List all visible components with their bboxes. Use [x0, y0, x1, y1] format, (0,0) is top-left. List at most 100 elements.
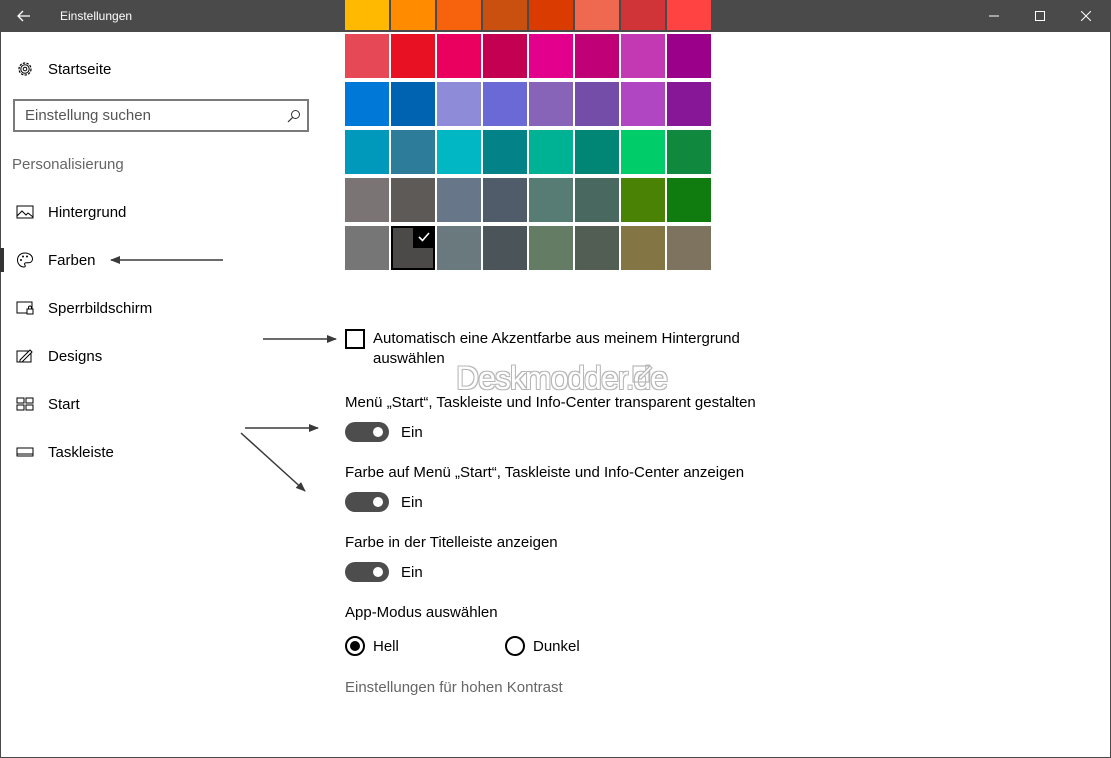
- color-swatch[interactable]: [621, 0, 665, 30]
- section-title: Personalisierung: [12, 156, 124, 173]
- back-button[interactable]: [0, 0, 48, 32]
- color-swatch[interactable]: [529, 130, 573, 174]
- app-mode-label: App-Modus auswählen: [345, 604, 498, 621]
- toggle-knob: [373, 497, 383, 507]
- search-icon[interactable]: [287, 109, 301, 123]
- transparency-toggle[interactable]: [345, 422, 389, 442]
- sidebar-item-label: Hintergrund: [48, 203, 127, 221]
- back-arrow-icon: [17, 10, 30, 22]
- color-swatch[interactable]: [621, 82, 665, 126]
- minimize-icon: [989, 15, 999, 17]
- color-swatch[interactable]: [345, 226, 389, 270]
- color-swatch[interactable]: [667, 226, 711, 270]
- color-swatch[interactable]: [483, 34, 527, 78]
- taskbar-icon: [16, 447, 34, 457]
- color-swatch[interactable]: [529, 0, 573, 30]
- start-icon: [16, 397, 34, 411]
- checkmark-icon: [413, 226, 435, 248]
- sidebar-item-start[interactable]: Start: [0, 386, 310, 422]
- color-swatch[interactable]: [575, 82, 619, 126]
- sidebar-item-farben[interactable]: Farben: [0, 242, 310, 278]
- color-swatch[interactable]: [575, 34, 619, 78]
- start-color-state: Ein: [401, 494, 423, 511]
- start-color-toggle[interactable]: [345, 492, 389, 512]
- search-box[interactable]: Einstellung suchen: [13, 99, 309, 132]
- sidebar-item-label: Start: [48, 395, 80, 413]
- sidebar-item-taskleiste[interactable]: Taskleiste: [0, 434, 310, 470]
- close-button[interactable]: [1063, 0, 1109, 32]
- titlebar-color-toggle[interactable]: [345, 562, 389, 582]
- toggle-knob: [373, 427, 383, 437]
- color-swatch[interactable]: [345, 34, 389, 78]
- picture-icon: [16, 205, 34, 219]
- transparency-state: Ein: [401, 424, 423, 441]
- color-swatch[interactable]: [437, 226, 481, 270]
- color-swatch[interactable]: [345, 178, 389, 222]
- color-swatch[interactable]: [391, 178, 435, 222]
- gear-icon: [18, 62, 32, 76]
- color-swatch[interactable]: [529, 82, 573, 126]
- sidebar-item-label: Designs: [48, 347, 103, 365]
- sidebar-item-label: Taskleiste: [48, 443, 114, 461]
- color-swatch[interactable]: [575, 0, 619, 30]
- color-swatch[interactable]: [391, 130, 435, 174]
- color-swatch[interactable]: [667, 178, 711, 222]
- color-swatch[interactable]: [437, 130, 481, 174]
- pencil-icon: [632, 365, 653, 383]
- color-swatch[interactable]: [667, 82, 711, 126]
- home-link[interactable]: Startseite: [16, 56, 111, 82]
- maximize-icon: [1035, 11, 1045, 21]
- color-swatch[interactable]: [345, 82, 389, 126]
- auto-accent-checkbox[interactable]: [345, 329, 365, 349]
- titlebar-color-label: Farbe in der Titelleiste anzeigen: [345, 534, 558, 551]
- themes-icon: [16, 349, 33, 363]
- color-swatch[interactable]: [437, 34, 481, 78]
- radio-hell[interactable]: [345, 636, 365, 656]
- color-swatch[interactable]: [437, 178, 481, 222]
- sidebar-item-hintergrund[interactable]: Hintergrund: [0, 194, 310, 230]
- radio-dunkel[interactable]: [505, 636, 525, 656]
- sidebar-item-label: Sperrbildschirm: [48, 299, 153, 317]
- color-swatch[interactable]: [575, 178, 619, 222]
- color-swatch[interactable]: [575, 226, 619, 270]
- sidebar-item-designs[interactable]: Designs: [0, 338, 310, 374]
- color-swatch[interactable]: [621, 130, 665, 174]
- close-icon: [1081, 11, 1091, 21]
- color-swatch[interactable]: [621, 226, 665, 270]
- color-swatch[interactable]: [483, 0, 527, 30]
- color-swatch[interactable]: [345, 0, 389, 30]
- color-swatch[interactable]: [391, 34, 435, 78]
- toggle-knob: [373, 567, 383, 577]
- home-label: Startseite: [48, 60, 112, 78]
- color-swatch[interactable]: [391, 226, 435, 270]
- color-swatch[interactable]: [667, 0, 711, 30]
- color-swatch[interactable]: [529, 34, 573, 78]
- color-swatch[interactable]: [483, 82, 527, 126]
- lock-screen-icon: [16, 301, 34, 315]
- maximize-button[interactable]: [1017, 0, 1063, 32]
- color-swatch[interactable]: [621, 34, 665, 78]
- color-swatch[interactable]: [483, 178, 527, 222]
- color-swatch[interactable]: [391, 0, 435, 30]
- color-swatch[interactable]: [575, 130, 619, 174]
- color-swatch[interactable]: [529, 178, 573, 222]
- titlebar-color-state: Ein: [401, 564, 423, 581]
- transparency-label: Menü „Start“, Taskleiste und Info-Center…: [345, 394, 756, 411]
- color-swatch[interactable]: [483, 226, 527, 270]
- radio-hell-label[interactable]: Hell: [373, 638, 399, 655]
- search-input[interactable]: Einstellung suchen: [25, 101, 151, 130]
- minimize-button[interactable]: [971, 0, 1017, 32]
- color-swatch[interactable]: [437, 0, 481, 30]
- sidebar-item-label: Farben: [48, 251, 96, 269]
- radio-dunkel-label[interactable]: Dunkel: [533, 638, 580, 655]
- color-swatch[interactable]: [667, 34, 711, 78]
- color-swatch[interactable]: [345, 130, 389, 174]
- color-swatch[interactable]: [483, 130, 527, 174]
- color-swatch[interactable]: [529, 226, 573, 270]
- color-swatch[interactable]: [391, 82, 435, 126]
- sidebar-item-sperrbildschirm[interactable]: Sperrbildschirm: [0, 290, 310, 326]
- color-swatch[interactable]: [621, 178, 665, 222]
- color-swatch[interactable]: [667, 130, 711, 174]
- high-contrast-link[interactable]: Einstellungen für hohen Kontrast: [345, 679, 563, 696]
- color-swatch[interactable]: [437, 82, 481, 126]
